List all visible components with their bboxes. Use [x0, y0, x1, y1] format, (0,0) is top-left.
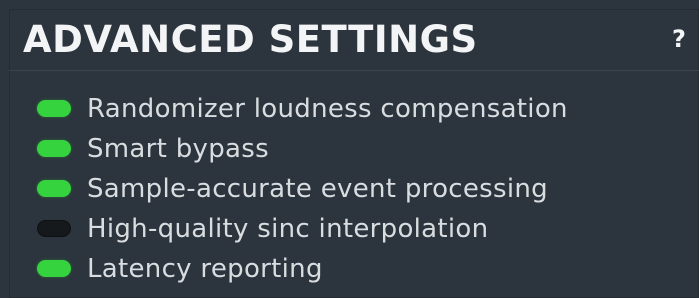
setting-label: Smart bypass	[87, 134, 269, 164]
toggle-led-indicator[interactable]	[37, 220, 71, 237]
panel-header: ADVANCED SETTINGS ?	[9, 9, 699, 71]
setting-latency-reporting[interactable]: Latency reporting	[9, 249, 699, 289]
toggle-led-indicator[interactable]	[37, 260, 71, 277]
setting-sample-accurate-event-processing[interactable]: Sample-accurate event processing	[9, 169, 699, 209]
setting-label: Latency reporting	[87, 254, 323, 284]
setting-smart-bypass[interactable]: Smart bypass	[9, 129, 699, 169]
toggle-led-indicator[interactable]	[37, 180, 71, 197]
panel-title: ADVANCED SETTINGS	[23, 18, 478, 61]
advanced-settings-panel: ADVANCED SETTINGS ? Randomizer loudness …	[9, 9, 699, 298]
toggle-led-indicator[interactable]	[37, 100, 71, 117]
setting-label: Randomizer loudness compensation	[87, 94, 568, 124]
setting-label: Sample-accurate event processing	[87, 174, 548, 204]
help-icon[interactable]: ?	[669, 25, 689, 53]
setting-randomizer-loudness-compensation[interactable]: Randomizer loudness compensation	[9, 89, 699, 129]
setting-high-quality-sinc-interpolation[interactable]: High-quality sinc interpolation	[9, 209, 699, 249]
toggle-led-indicator[interactable]	[37, 140, 71, 157]
setting-label: High-quality sinc interpolation	[87, 214, 489, 244]
settings-list: Randomizer loudness compensation Smart b…	[9, 89, 699, 289]
